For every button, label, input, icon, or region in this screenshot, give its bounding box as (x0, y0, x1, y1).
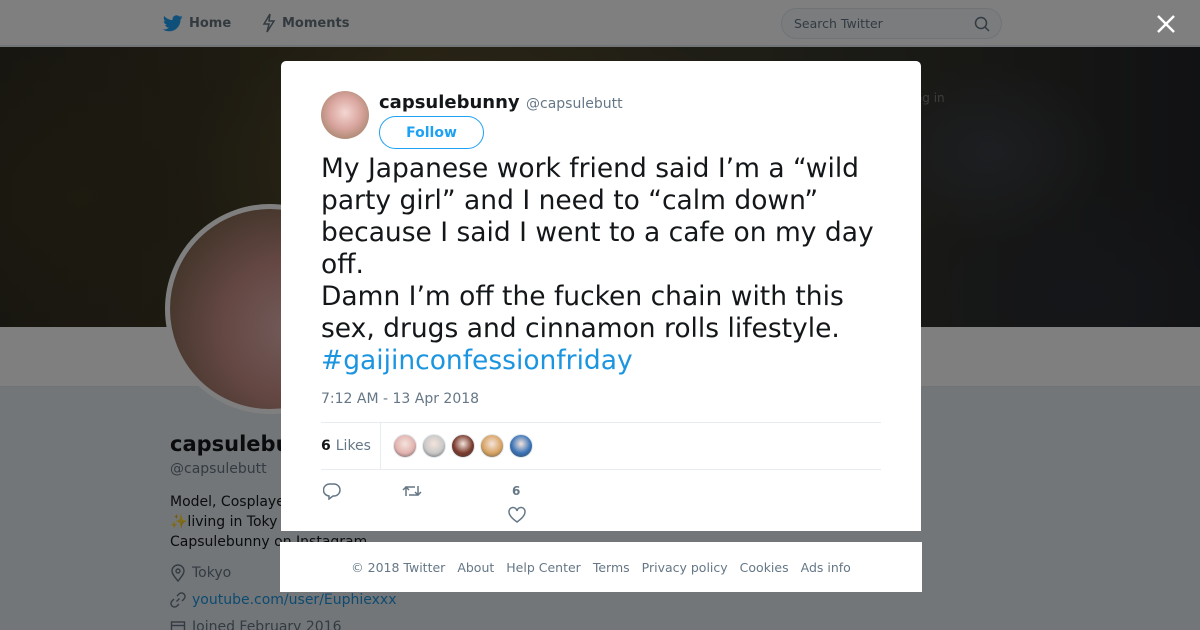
tweet-text-paragraph: Damn I’m off the fucken chain with this … (321, 281, 844, 344)
footer-link[interactable]: Help Center (506, 560, 581, 575)
author-name[interactable]: capsulebunny (379, 92, 520, 113)
retweet-icon[interactable] (402, 482, 422, 500)
close-icon[interactable] (1152, 10, 1180, 38)
likes-label: Likes (335, 438, 371, 454)
likes-count: 6 (321, 438, 331, 454)
footer-link[interactable]: Terms (593, 560, 630, 575)
tweet-timestamp[interactable]: 7:12 AM - 13 Apr 2018 (321, 391, 479, 407)
author-avatar[interactable] (321, 91, 369, 139)
liker-avatar[interactable] (451, 434, 475, 458)
liker-avatar[interactable] (422, 434, 446, 458)
footer-link[interactable]: Privacy policy (642, 560, 728, 575)
liker-avatar[interactable] (480, 434, 504, 458)
footer-link: © 2018 Twitter (351, 559, 446, 575)
follow-button[interactable]: Follow (379, 116, 484, 149)
reply-icon[interactable] (323, 482, 341, 500)
like-count: 6 (512, 484, 521, 498)
liker-avatars (393, 434, 538, 458)
footer-link[interactable]: Ads info (801, 560, 851, 575)
footer-links: © 2018 Twitter About Help Center Terms Priva… (280, 542, 922, 592)
liker-avatar[interactable] (393, 434, 417, 458)
tweet-text-paragraph: My Japanese work friend said I’m a “wild… (321, 153, 874, 280)
tweet-actions: 6 (321, 476, 881, 526)
tweet-text: My Japanese work friend said I’m a “wild… (321, 153, 891, 377)
tweet-modal: capsulebunny @capsulebutt Follow My Japa… (281, 61, 921, 531)
footer-link[interactable]: About (457, 560, 494, 575)
footer-link[interactable]: Cookies (740, 560, 789, 575)
likes-stat[interactable]: 6 Likes (321, 423, 381, 469)
author-handle[interactable]: @capsulebutt (526, 96, 623, 112)
tweet-stats: 6 Likes (321, 422, 881, 470)
hashtag-link[interactable]: #gaijinconfessionfriday (321, 345, 891, 377)
liker-avatar[interactable] (509, 434, 533, 458)
like-heart-icon[interactable] (508, 506, 526, 524)
